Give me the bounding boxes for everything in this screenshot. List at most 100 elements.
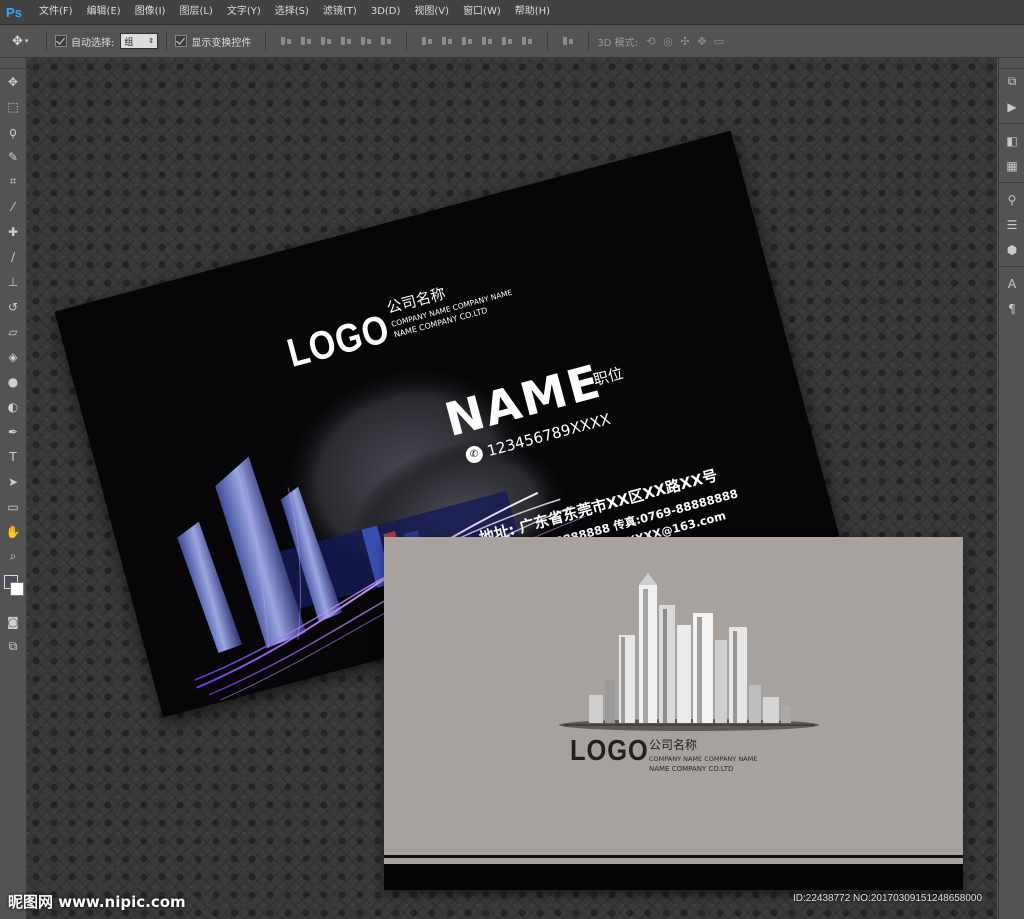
back-company-name-en-1: COMPANY NAME COMPANY NAME	[649, 755, 758, 763]
divider	[588, 31, 590, 51]
document-canvas[interactable]: LOGO 公司名称 COMPANY NAME COMPANY NAME NAME…	[27, 58, 997, 919]
city-skyline-illustration	[559, 573, 819, 731]
blur-tool-icon[interactable]: ●	[0, 369, 26, 394]
photoshop-logo: Ps	[6, 4, 22, 20]
crop-tool-icon[interactable]: ⌗	[0, 169, 26, 194]
pan-3d-icon[interactable]: ✣	[678, 34, 692, 48]
menu-filter[interactable]: 滤镜(T)	[316, 0, 364, 24]
paint-bucket-tool-icon[interactable]: ◈	[0, 344, 26, 369]
rectangle-tool-icon[interactable]: ▭	[0, 494, 26, 519]
back-divider-line	[384, 855, 963, 858]
adjustments-panel-icon[interactable]: ⚲	[999, 187, 1024, 212]
clone-stamp-tool-icon[interactable]: ⊥	[0, 269, 26, 294]
path-select-tool-icon[interactable]: ➤	[0, 469, 26, 494]
options-bar: ✥ ▾ 自动选择: 组 ⇕ 显示变换控件 3D 模式: ⟲ ◎ ✣ ✥ ▭	[0, 25, 1024, 58]
dropdown-arrows-icon: ⇕	[148, 37, 155, 45]
menu-bar: Ps 文件(F) 编辑(E) 图像(I) 图层(L) 文字(Y) 选择(S) 滤…	[0, 0, 1024, 25]
properties-panel-icon[interactable]: ☰	[999, 212, 1024, 237]
menu-help[interactable]: 帮助(H)	[508, 0, 557, 24]
actions-panel-icon[interactable]: ▶	[999, 94, 1024, 119]
slide-3d-icon[interactable]: ✥	[695, 34, 709, 48]
distribute-left-icon[interactable]	[481, 35, 493, 47]
character-panel-icon[interactable]: A	[999, 271, 1024, 296]
move-tool-icon[interactable]: ✥	[0, 69, 26, 94]
back-company-name-cn: 公司名称	[649, 738, 698, 752]
hand-tool-icon[interactable]: ✋	[0, 519, 26, 544]
background-color[interactable]	[10, 582, 24, 596]
menu-type[interactable]: 文字(Y)	[220, 0, 268, 24]
right-panel-dock: ⧉ ▶ ◧ ▦ ⚲ ☰ ⬢ A ¶	[998, 58, 1024, 919]
mode-3d-label: 3D 模式:	[597, 37, 638, 49]
divider	[265, 31, 267, 51]
lasso-tool-icon[interactable]: ϙ	[0, 119, 26, 144]
divider	[46, 31, 47, 51]
auto-select-value: 组	[124, 37, 134, 48]
history-brush-tool-icon[interactable]: ↺	[0, 294, 26, 319]
distribute-hcenter-icon[interactable]	[501, 35, 513, 47]
divider	[999, 123, 1024, 124]
menu-window[interactable]: 窗口(W)	[456, 0, 508, 24]
menu-select[interactable]: 选择(S)	[268, 0, 316, 24]
eraser-tool-icon[interactable]: ▱	[0, 319, 26, 344]
divider	[999, 182, 1024, 183]
divider	[999, 266, 1024, 267]
auto-select-dropdown[interactable]: 组 ⇕	[120, 33, 159, 49]
quick-mask-icon[interactable]: ◙	[0, 609, 26, 634]
screen-mode-icon[interactable]: ⧉	[0, 634, 26, 659]
business-card-back: LOGO 公司名称 COMPANY NAME COMPANY NAME NAME…	[384, 537, 963, 890]
distribute-right-icon[interactable]	[521, 35, 533, 47]
align-top-icon[interactable]	[280, 35, 292, 47]
back-company-name-en-2: NAME COMPANY CO.LTD	[649, 765, 734, 773]
panel-grip[interactable]	[0, 58, 26, 69]
3d-panel-icon[interactable]: ⬢	[999, 237, 1024, 262]
distribute-top-icon[interactable]	[421, 35, 433, 47]
align-left-icon[interactable]	[340, 35, 352, 47]
healing-brush-tool-icon[interactable]: ✚	[0, 219, 26, 244]
marquee-tool-icon[interactable]: ⬚	[0, 94, 26, 119]
auto-align-icon[interactable]	[562, 35, 574, 47]
align-buttons	[280, 35, 392, 47]
watermark-id: ID:22438772 NO:20170309151248658000	[793, 893, 983, 904]
auto-select-label: 自动选择:	[71, 37, 115, 49]
distribute-buttons	[421, 35, 533, 47]
watermark-site: 昵图网 www.nipic.com	[8, 893, 186, 911]
show-transform-checkbox[interactable]	[175, 35, 188, 47]
divider	[547, 31, 549, 51]
zoom-tool-icon[interactable]: ⌕	[0, 544, 26, 569]
divider	[406, 31, 408, 51]
paragraph-panel-icon[interactable]: ¶	[999, 296, 1024, 321]
roll-3d-icon[interactable]: ◎	[661, 34, 675, 48]
history-panel-icon[interactable]: ⧉	[999, 69, 1024, 94]
quick-select-tool-icon[interactable]: ✎	[0, 144, 26, 169]
distribute-bottom-icon[interactable]	[461, 35, 473, 47]
divider	[166, 31, 168, 51]
scale-3d-icon[interactable]: ▭	[712, 34, 726, 48]
type-tool-icon[interactable]: T	[0, 444, 26, 469]
align-bottom-icon[interactable]	[320, 35, 332, 47]
align-right-icon[interactable]	[380, 35, 392, 47]
auto-select-checkbox[interactable]	[55, 35, 67, 47]
dodge-tool-icon[interactable]: ◐	[0, 394, 26, 419]
back-logo-text: LOGO	[570, 735, 649, 767]
pen-tool-icon[interactable]: ✒	[0, 419, 26, 444]
align-vcenter-icon[interactable]	[300, 35, 312, 47]
swatches-panel-icon[interactable]: ▦	[999, 153, 1024, 178]
color-swatches[interactable]	[0, 569, 26, 609]
menu-file[interactable]: 文件(F)	[32, 0, 80, 24]
color-panel-icon[interactable]: ◧	[999, 128, 1024, 153]
back-bottom-band	[384, 864, 963, 890]
move-tool-preset-icon[interactable]: ✥ ▾	[12, 32, 38, 50]
menu-view[interactable]: 视图(V)	[407, 0, 456, 24]
menu-3d[interactable]: 3D(D)	[364, 0, 408, 24]
eyedropper-tool-icon[interactable]: ⁄	[0, 194, 26, 219]
menu-layer[interactable]: 图层(L)	[172, 0, 219, 24]
show-transform-label: 显示变换控件	[191, 37, 252, 49]
menu-image[interactable]: 图像(I)	[128, 0, 173, 24]
tools-panel: ✥ ⬚ ϙ ✎ ⌗ ⁄ ✚ ∕ ⊥ ↺ ▱ ◈ ● ◐ ✒ T ➤ ▭ ✋ ⌕ …	[0, 58, 27, 919]
distribute-vcenter-icon[interactable]	[441, 35, 453, 47]
panel-grip[interactable]	[999, 58, 1024, 69]
menu-edit[interactable]: 编辑(E)	[80, 0, 128, 24]
brush-tool-icon[interactable]: ∕	[0, 244, 26, 269]
orbit-3d-icon[interactable]: ⟲	[644, 34, 658, 48]
align-hcenter-icon[interactable]	[360, 35, 372, 47]
